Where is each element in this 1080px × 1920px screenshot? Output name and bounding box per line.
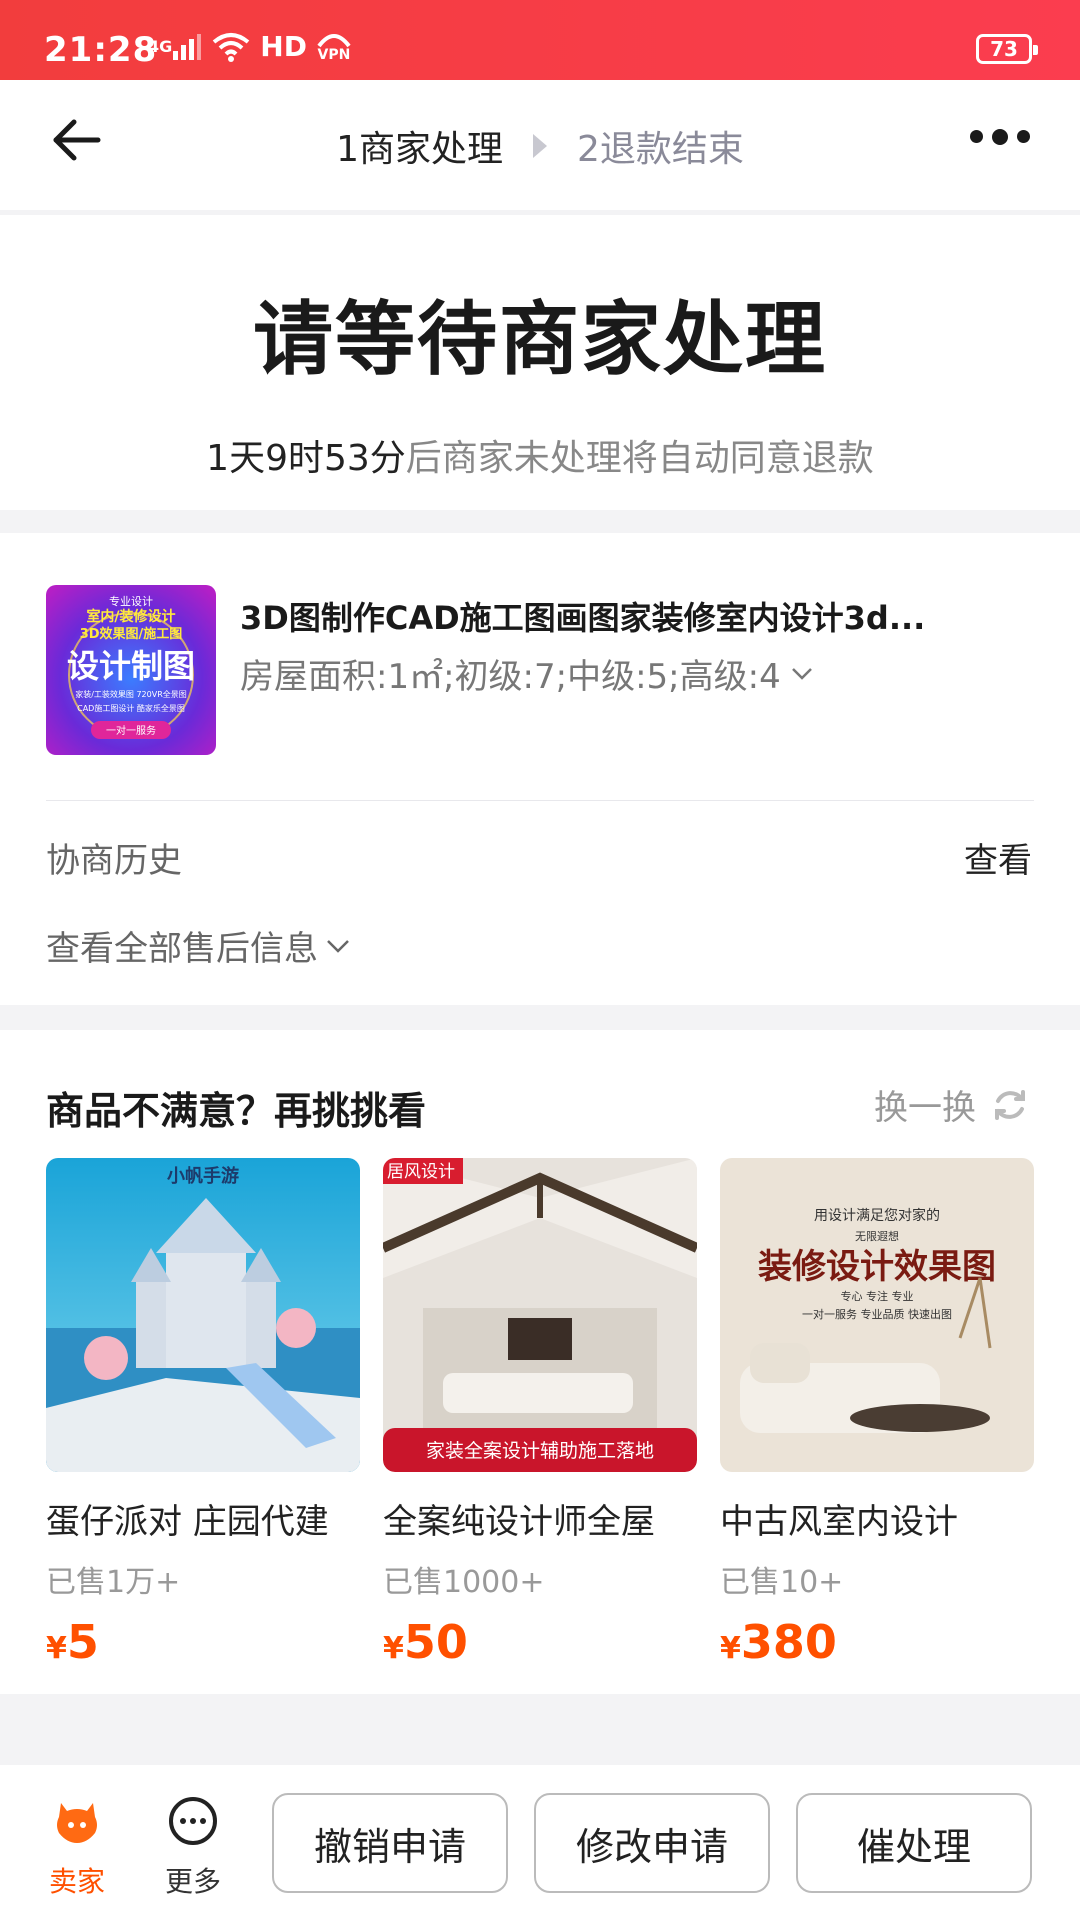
currency-symbol: ¥ bbox=[720, 1631, 741, 1666]
view-all-aftersale-text: 查看全部售后信息 bbox=[46, 929, 318, 969]
dot-icon bbox=[1017, 130, 1030, 143]
product-image-caption: 居风设计 bbox=[387, 1162, 455, 1182]
negotiation-history-label: 协商历史 bbox=[46, 841, 182, 881]
product-name: 全案纯设计师全屋 bbox=[383, 1502, 655, 1542]
seller-icon bbox=[57, 1803, 97, 1843]
product-card: 专业设计 室内/装修设计 3D效果图/施工图 设计制图 家装/工装效果图 720… bbox=[0, 533, 1080, 1005]
product-image-subcaption: 无限遐想 bbox=[855, 1229, 899, 1243]
countdown-time: 1天9时53分 bbox=[206, 438, 406, 479]
product-image-tagline: 专心 专注 专业 bbox=[841, 1289, 914, 1303]
recommended-product[interactable]: 用设计满足您对家的 无限遐想 装修设计效果图 专心 专注 专业 一对一服务 专业… bbox=[720, 1158, 1034, 1669]
product-image-tagline2: 一对一服务 专业品质 快速出图 bbox=[802, 1307, 952, 1321]
battery-icon: 73 bbox=[976, 34, 1038, 64]
more-options-button[interactable] bbox=[970, 128, 1030, 145]
recommendations-section: 商品不满意？再挑挑看 换一换 小帆手游 蛋仔派对 庄园代建 已售1万+ ¥5 家… bbox=[0, 1030, 1080, 1694]
product-price: ¥5 bbox=[46, 1615, 360, 1669]
step-refund-end: 2退款结束 bbox=[577, 129, 744, 170]
thumb-text-line1: 室内/装修设计 bbox=[86, 608, 175, 625]
product-name: 中古风室内设计 bbox=[720, 1502, 958, 1542]
product-image: 家装全案设计辅助施工落地 居风设计 bbox=[383, 1158, 697, 1472]
more-chat-icon bbox=[169, 1797, 217, 1845]
more-label: 更多 bbox=[164, 1865, 221, 1898]
chevron-down-icon bbox=[791, 667, 812, 680]
cancel-application-button[interactable]: 撤销申请 bbox=[272, 1793, 508, 1893]
product-image-caption: 用设计满足您对家的 bbox=[814, 1207, 940, 1224]
product-image: 小帆手游 bbox=[46, 1158, 360, 1472]
product-sold-count: 已售10+ bbox=[720, 1565, 844, 1600]
product-sold-count: 已售1万+ bbox=[46, 1565, 181, 1600]
status-icons: 4G HD VPN bbox=[148, 30, 351, 63]
page-title: 请等待商家处理 bbox=[253, 293, 827, 386]
divider bbox=[46, 800, 1034, 801]
thumb-text-small2: CAD施工图设计 酷家乐全景图 bbox=[77, 703, 185, 713]
step-arrow-icon bbox=[533, 134, 547, 158]
product-spec-text: 房屋面积:1㎡;初级:7;中级:5;高级:4 bbox=[240, 657, 781, 697]
thumb-text-badge: 一对一服务 bbox=[106, 724, 156, 737]
status-bar: 21:28 4G HD VPN 73 bbox=[0, 0, 1080, 80]
price-value: 380 bbox=[740, 1615, 837, 1669]
vpn-label: VPN bbox=[317, 46, 351, 63]
status-time: 21:28 bbox=[44, 30, 158, 70]
top-nav: 1商家处理 2退款结束 bbox=[0, 80, 1080, 210]
signal-icon: 4G bbox=[148, 33, 202, 61]
refund-status-header: 请等待商家处理 1天9时53分后商家未处理将自动同意退款 bbox=[0, 215, 1080, 510]
product-image-caption: 小帆手游 bbox=[167, 1165, 239, 1187]
step-merchant-processing: 1商家处理 bbox=[336, 129, 503, 170]
product-price: ¥380 bbox=[720, 1615, 1034, 1669]
refresh-label: 换一换 bbox=[874, 1088, 976, 1128]
product-name: 蛋仔派对 庄园代建 bbox=[46, 1502, 329, 1542]
thumb-text-small1: 家装/工装效果图 720VR全景图 bbox=[75, 689, 187, 699]
dot-icon bbox=[992, 128, 1008, 145]
modify-application-button[interactable]: 修改申请 bbox=[534, 1793, 770, 1893]
countdown-description: 后商家未处理将自动同意退款 bbox=[405, 438, 874, 479]
thumb-text-top: 专业设计 bbox=[109, 594, 153, 608]
more-button[interactable]: 更多 bbox=[148, 1795, 238, 1900]
product-title[interactable]: 3D图制作CAD施工图画图家装修室内设计3d... bbox=[240, 593, 1010, 639]
product-sold-count: 已售1000+ bbox=[383, 1565, 545, 1600]
view-all-aftersale-link[interactable]: 查看全部售后信息 bbox=[46, 921, 350, 970]
price-value: 5 bbox=[66, 1615, 99, 1669]
countdown-text: 1天9时53分后商家未处理将自动同意退款 bbox=[0, 429, 1080, 481]
view-history-link[interactable]: 查看 bbox=[964, 833, 1032, 882]
product-spec[interactable]: 房屋面积:1㎡;初级:7;中级:5;高级:4 bbox=[240, 649, 813, 698]
thumb-text-line2: 3D效果图/施工图 bbox=[80, 626, 183, 642]
battery-level: 73 bbox=[990, 37, 1018, 61]
network-type: 4G bbox=[148, 37, 173, 56]
seller-button[interactable]: 卖家 bbox=[32, 1795, 122, 1900]
price-value: 50 bbox=[403, 1615, 468, 1669]
vpn-icon: VPN bbox=[317, 32, 351, 62]
product-thumbnail[interactable]: 专业设计 室内/装修设计 3D效果图/施工图 设计制图 家装/工装效果图 720… bbox=[46, 585, 216, 755]
urge-processing-button[interactable]: 催处理 bbox=[796, 1793, 1032, 1893]
product-price: ¥50 bbox=[383, 1615, 697, 1669]
refresh-icon bbox=[995, 1089, 1025, 1120]
dot-icon bbox=[970, 130, 983, 143]
hd-label: HD bbox=[260, 30, 307, 63]
product-image-title: 装修设计效果图 bbox=[758, 1247, 996, 1287]
thumb-text-big: 设计制图 bbox=[67, 647, 195, 685]
recommended-product[interactable]: 小帆手游 蛋仔派对 庄园代建 已售1万+ ¥5 bbox=[46, 1158, 360, 1669]
currency-symbol: ¥ bbox=[383, 1631, 404, 1666]
recommended-product[interactable]: 家装全案设计辅助施工落地 居风设计 全案纯设计师全屋 已售1000+ ¥50 bbox=[383, 1158, 697, 1669]
refresh-button[interactable]: 换一换 bbox=[874, 1080, 1030, 1129]
currency-symbol: ¥ bbox=[46, 1631, 67, 1666]
progress-steps: 1商家处理 2退款结束 bbox=[0, 120, 1080, 172]
recommendations-title: 商品不满意？再挑挑看 bbox=[46, 1089, 427, 1133]
product-image-banner: 家装全案设计辅助施工落地 bbox=[426, 1440, 654, 1462]
chevron-down-icon bbox=[327, 939, 349, 953]
product-image: 用设计满足您对家的 无限遐想 装修设计效果图 专心 专注 专业 一对一服务 专业… bbox=[720, 1158, 1034, 1472]
seller-label: 卖家 bbox=[48, 1865, 105, 1898]
wifi-icon bbox=[212, 32, 250, 62]
bottom-action-bar: 卖家 更多 撤销申请 修改申请 催处理 bbox=[0, 1765, 1080, 1920]
